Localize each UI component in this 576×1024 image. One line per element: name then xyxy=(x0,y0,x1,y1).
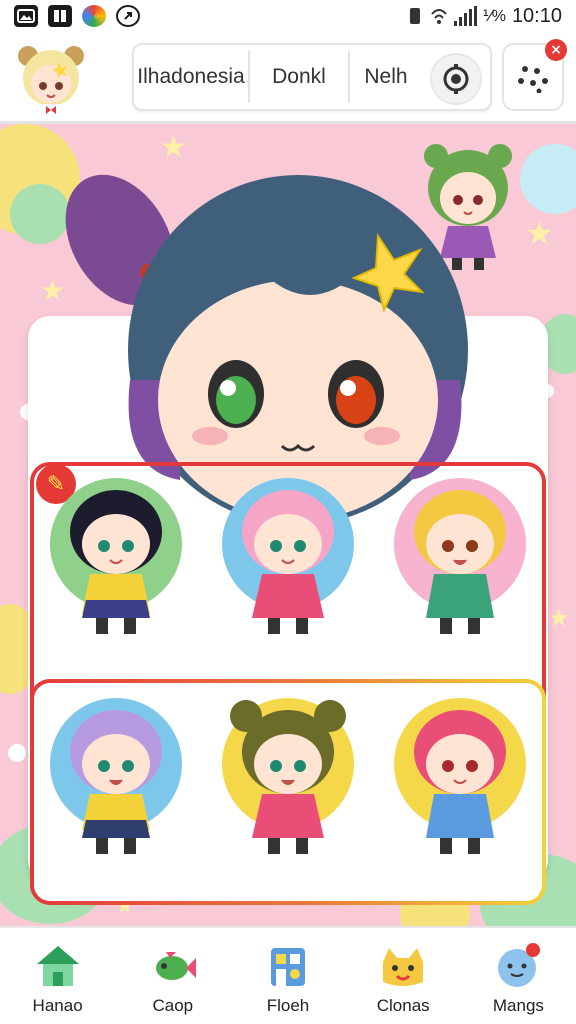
nav-item-clonas[interactable]: Clonas xyxy=(346,928,461,1024)
wallpaper: ★ ★ ★ ★ ★ ✎ xyxy=(0,124,576,926)
chibi-black-hair[interactable] xyxy=(46,474,186,644)
cat-icon xyxy=(383,948,424,986)
decor-dot xyxy=(8,744,26,762)
app-header: Ilhadonesia Donkl Nelh × xyxy=(0,32,576,124)
close-icon[interactable]: × xyxy=(545,39,567,61)
decor-blob xyxy=(520,144,576,214)
face-icon xyxy=(498,943,541,987)
nav-item-hanao[interactable]: Hanao xyxy=(0,928,115,1024)
chrome-icon xyxy=(82,5,106,27)
status-bar: ⅟% 10:10 xyxy=(0,0,576,32)
nav-label: Clonas xyxy=(376,996,430,1015)
search-bar[interactable]: Ilhadonesia Donkl Nelh xyxy=(132,43,492,111)
nav-label: Caop xyxy=(152,996,194,1015)
home-icon xyxy=(36,946,79,986)
decor-star: ★ xyxy=(525,214,554,252)
photo-icon xyxy=(14,5,38,27)
dots-menu-icon xyxy=(518,66,548,93)
chibi-olive-hair[interactable] xyxy=(218,694,358,864)
menu-button[interactable]: × xyxy=(502,39,567,111)
chibi-lavender-hair[interactable] xyxy=(46,694,186,864)
clock: 10:10 xyxy=(511,4,562,27)
circle-icon xyxy=(116,5,140,27)
signal-icon xyxy=(453,6,477,26)
search-segment-3[interactable]: Nelh xyxy=(350,51,422,103)
nav-label: Mangs xyxy=(492,996,544,1015)
nav-item-caop[interactable]: Caop xyxy=(115,928,230,1024)
chibi-pink-hair[interactable] xyxy=(218,474,358,644)
battery-text: ⅟% xyxy=(482,8,506,25)
vibrate-icon xyxy=(409,8,420,24)
avatar[interactable] xyxy=(14,40,88,116)
target-icon xyxy=(443,64,469,94)
chibi-blonde-hair[interactable] xyxy=(390,474,530,644)
search-segment-2[interactable]: Donkl xyxy=(250,51,350,103)
nav-label: Floeh xyxy=(266,996,310,1015)
nav-label: Hanao xyxy=(32,996,83,1015)
nav-item-mangs[interactable]: Mangs xyxy=(461,928,576,1024)
search-segment-1[interactable]: Ilhadonesia xyxy=(134,51,250,103)
target-button[interactable] xyxy=(430,53,482,105)
wifi-icon xyxy=(430,9,447,24)
bottom-navigation: Hanao Caop Floeh Clonas Mangs xyxy=(0,926,576,1024)
decor-star: ★ xyxy=(548,604,570,632)
book-icon xyxy=(48,5,72,27)
fish-icon xyxy=(155,952,196,980)
chibi-red-hair[interactable] xyxy=(390,694,530,864)
building-icon xyxy=(271,948,305,986)
nav-item-floeh[interactable]: Floeh xyxy=(230,928,345,1024)
